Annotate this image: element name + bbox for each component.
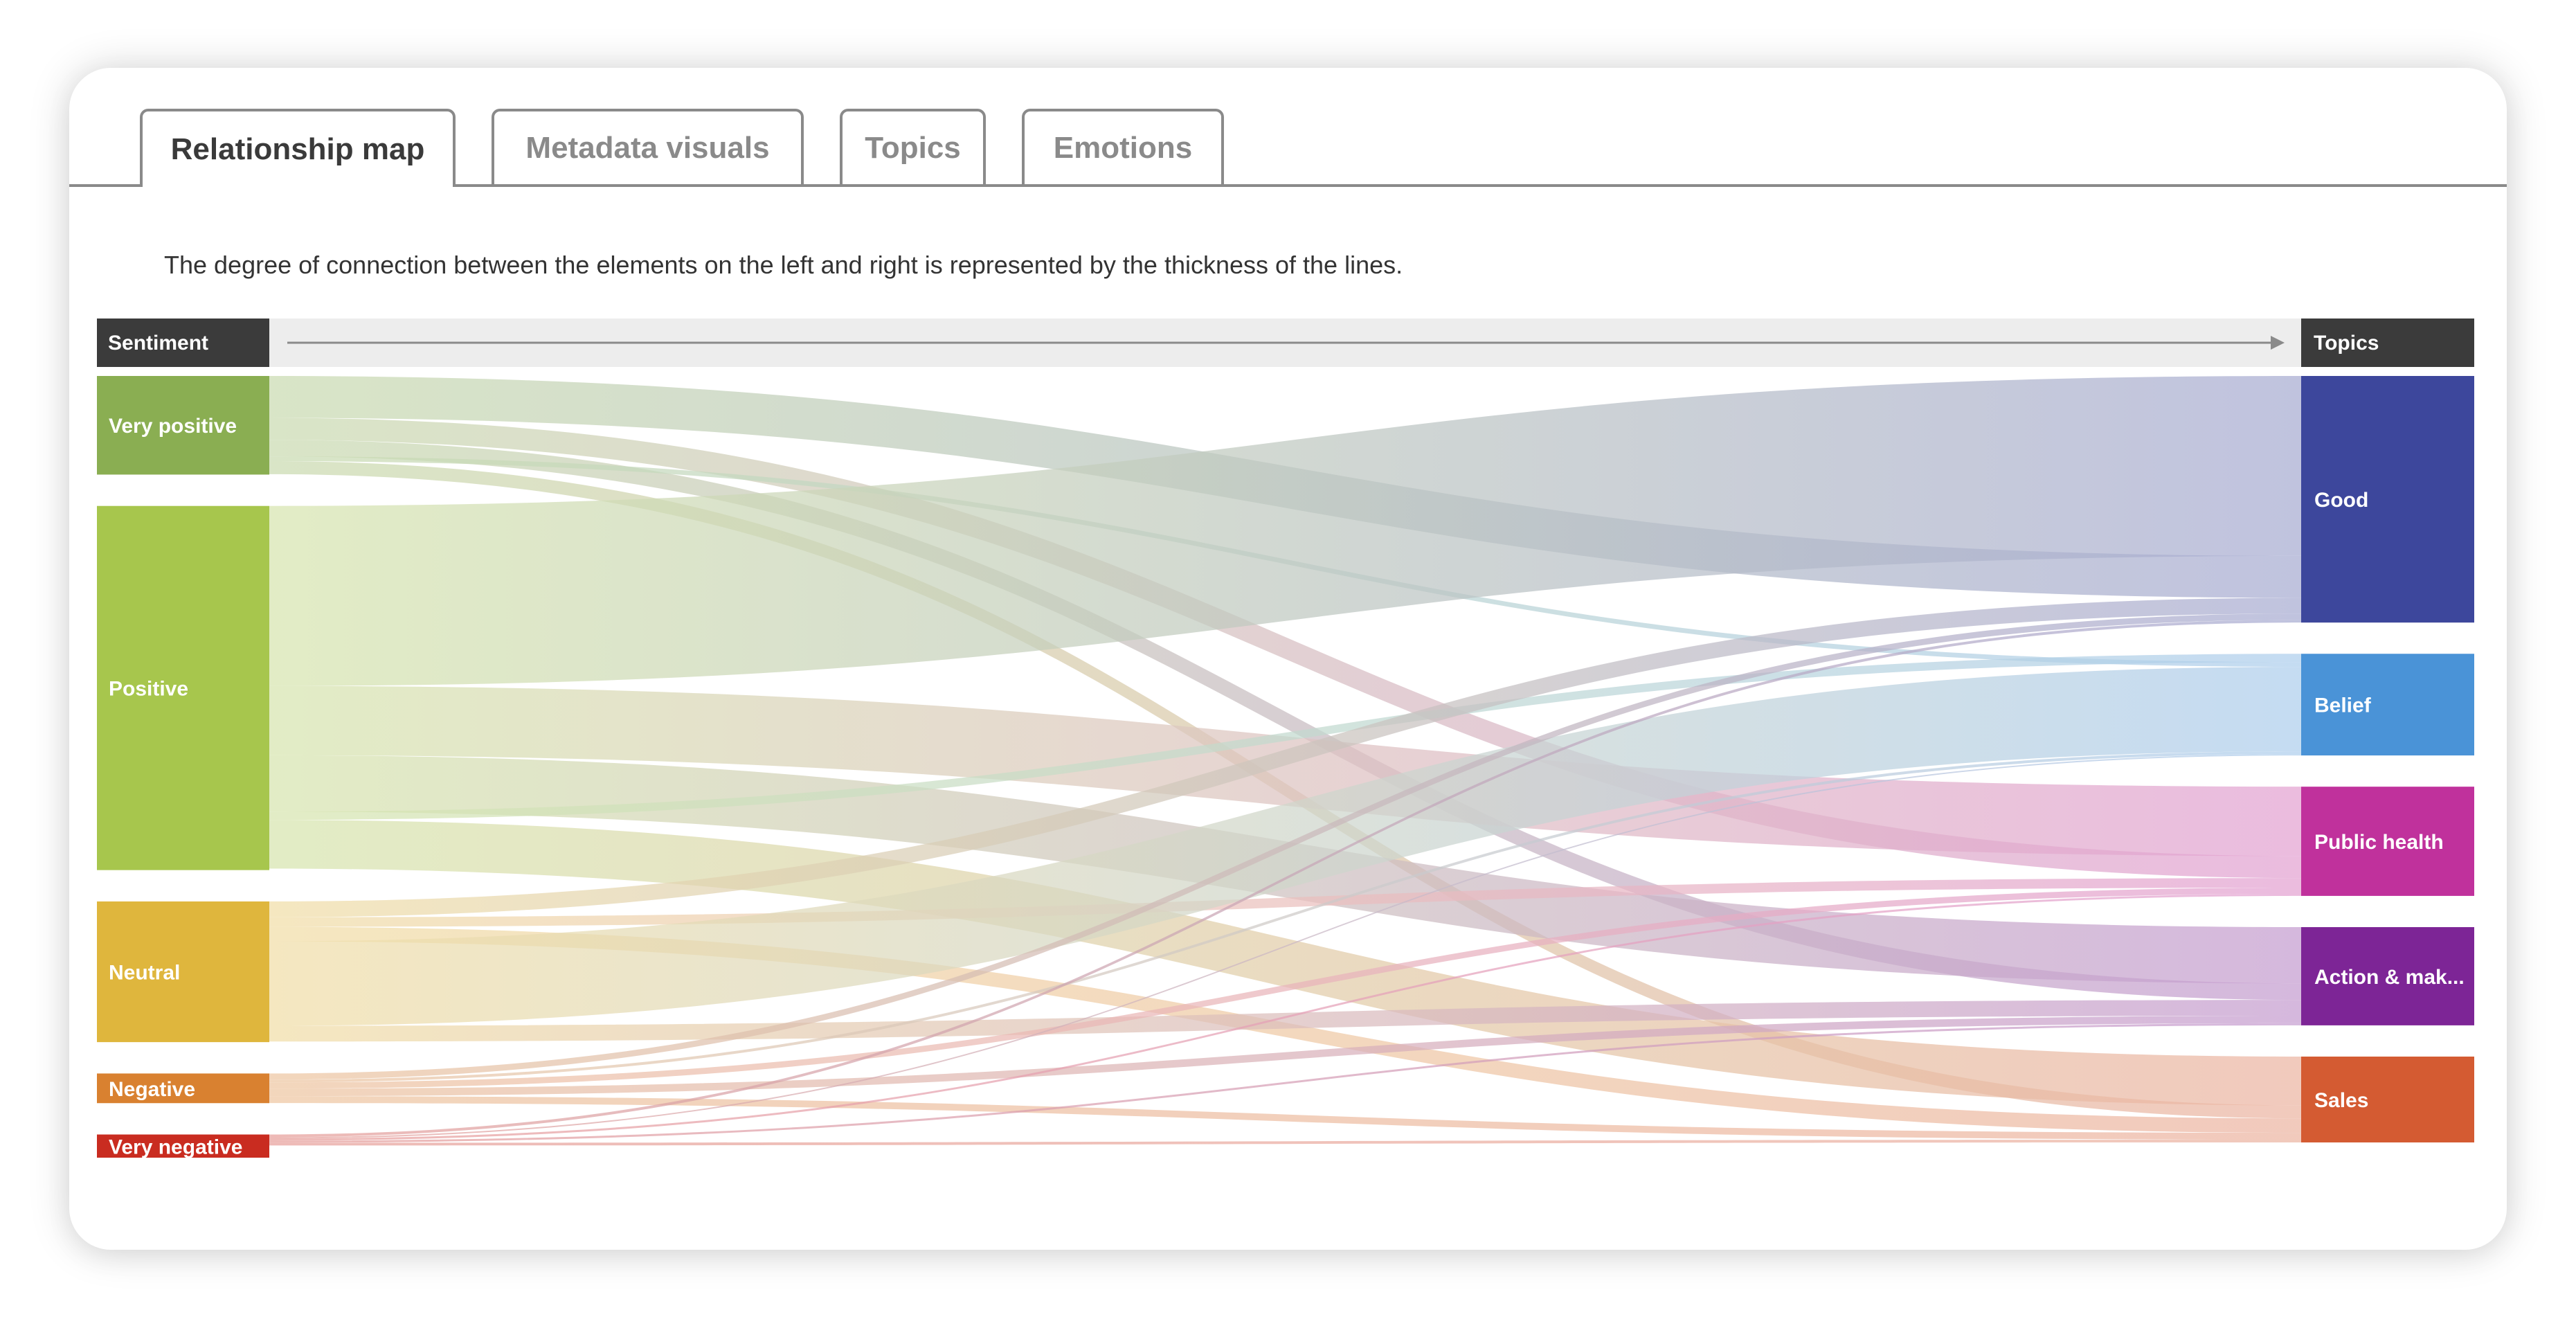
target-node-belief[interactable]: Belief	[2301, 654, 2474, 756]
source-node-negative[interactable]: Negative	[97, 1073, 269, 1104]
source-node-very-positive[interactable]: Very positive	[97, 376, 269, 475]
right-header-label: Topics	[2314, 332, 2379, 355]
source-node-very-negative[interactable]: Very negative	[97, 1134, 269, 1159]
target-node-public-health[interactable]: Public health	[2301, 787, 2474, 896]
column-header-bar: Sentiment Topics	[97, 318, 2474, 367]
source-node-label: Positive	[109, 678, 188, 701]
target-node-label: Public health	[2314, 831, 2444, 854]
target-node-sales[interactable]: Sales	[2301, 1056, 2474, 1142]
source-node-neutral[interactable]: Neutral	[97, 901, 269, 1043]
target-node-action-mak[interactable]: Action & mak...	[2301, 927, 2474, 1025]
target-node-label: Good	[2314, 489, 2368, 512]
source-node-label: Very negative	[109, 1136, 242, 1158]
sankey-chart: Sentiment Topics Very positive Positive Ne…	[97, 318, 2474, 1159]
source-node-positive[interactable]: Positive	[97, 505, 269, 870]
link-very-negative-to-sales[interactable]	[269, 1140, 2301, 1146]
target-node-label: Sales	[2314, 1089, 2368, 1112]
source-node-label: Negative	[109, 1078, 195, 1101]
left-header-label: Sentiment	[108, 332, 208, 355]
source-node-label: Neutral	[109, 962, 180, 985]
target-node-label: Belief	[2314, 694, 2372, 717]
links-layer	[269, 376, 2301, 1146]
tab-relationship-map[interactable]: Relationship map	[140, 109, 456, 187]
target-node-good[interactable]: Good	[2301, 376, 2474, 623]
source-node-label: Very positive	[109, 415, 237, 438]
target-node-label: Action & mak...	[2314, 966, 2465, 989]
